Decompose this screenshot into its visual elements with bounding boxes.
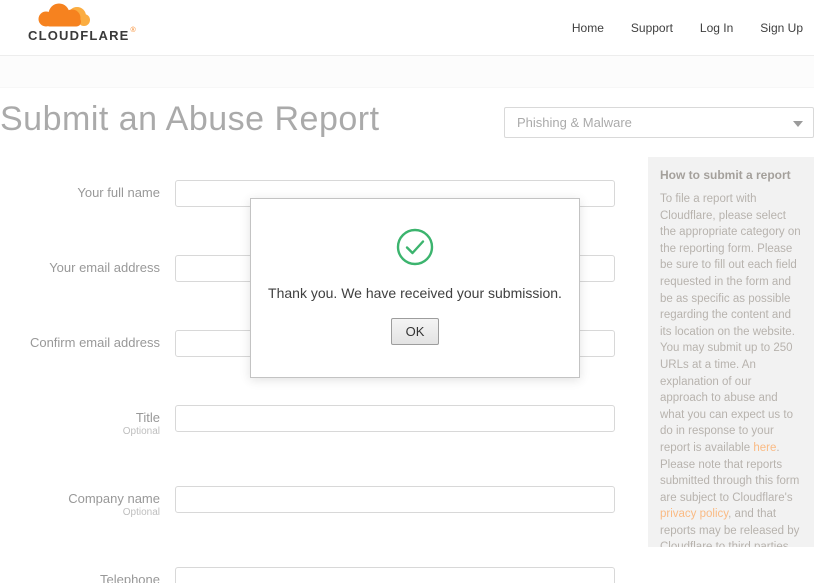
email-label: Your email address	[49, 260, 160, 275]
nav-support[interactable]: Support	[631, 21, 673, 35]
sidebar-text: To file a report with Cloudflare, please…	[660, 193, 801, 454]
here-link[interactable]: here	[753, 442, 776, 454]
telephone-input[interactable]	[175, 567, 615, 583]
cloudflare-logo[interactable]: CLOUDFLARE ®	[28, 3, 136, 43]
chevron-down-icon	[793, 121, 803, 127]
form-row-telephone: Telephone Optional	[0, 567, 616, 583]
confirm-email-label: Confirm email address	[29, 335, 160, 350]
telephone-label: Telephone	[100, 572, 160, 583]
help-sidebar: How to submit a report To file a report …	[648, 157, 814, 547]
category-selected-value: Phishing & Malware	[517, 115, 632, 130]
sidebar-heading: How to submit a report	[660, 168, 791, 182]
registered-mark: ®	[130, 27, 136, 34]
full-name-label: Your full name	[77, 185, 160, 200]
form-row-title: Title Optional	[0, 405, 616, 438]
top-nav: Home Support Log In Sign Up	[572, 0, 803, 56]
subheader-strip	[0, 56, 814, 88]
modal-message: Thank you. We have received your submiss…	[268, 285, 562, 301]
title-optional-label: Optional	[122, 426, 160, 437]
form-row-company: Company name Optional	[0, 486, 616, 519]
title-label: Title	[135, 410, 160, 425]
sidebar-body: To file a report with Cloudflare, please…	[660, 191, 802, 547]
cloud-icon	[38, 3, 90, 27]
page-title: Submit an Abuse Report	[0, 100, 380, 138]
company-optional-label: Optional	[122, 507, 160, 518]
success-check-icon	[396, 228, 434, 266]
ok-button[interactable]: OK	[390, 318, 440, 345]
nav-home[interactable]: Home	[572, 21, 604, 35]
nav-login[interactable]: Log In	[700, 21, 733, 35]
confirmation-modal: Thank you. We have received your submiss…	[250, 198, 580, 378]
nav-signup[interactable]: Sign Up	[760, 21, 803, 35]
category-select[interactable]: Phishing & Malware	[504, 107, 814, 138]
privacy-policy-link[interactable]: privacy policy	[660, 508, 728, 520]
title-input[interactable]	[175, 405, 615, 432]
company-label: Company name	[68, 491, 160, 506]
site-header: CLOUDFLARE ® Home Support Log In Sign Up	[0, 0, 814, 56]
company-input[interactable]	[175, 486, 615, 513]
brand-wordmark: CLOUDFLARE	[28, 28, 130, 43]
